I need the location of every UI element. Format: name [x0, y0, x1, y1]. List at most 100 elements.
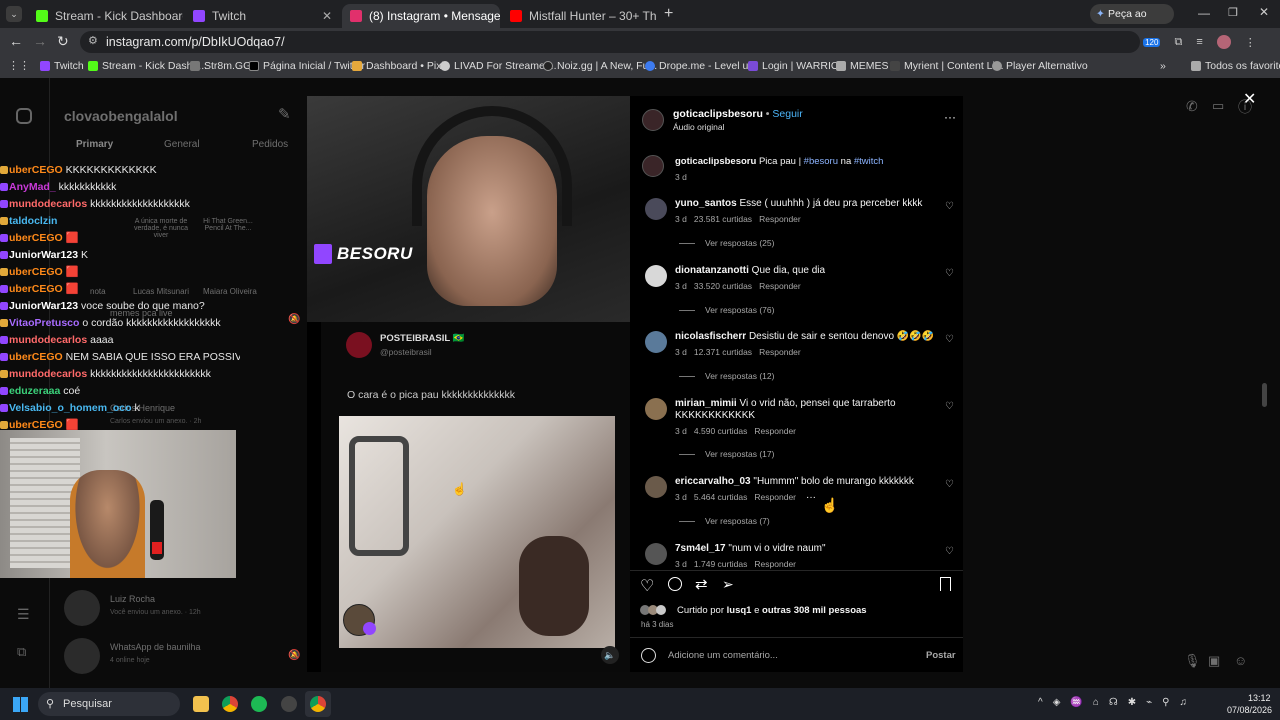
bookmark-item[interactable]: LIVAD For Streamer... [440, 60, 557, 72]
dm-row-avatar[interactable] [64, 590, 100, 626]
scrollbar[interactable] [1262, 383, 1267, 407]
close-tab-icon[interactable]: ✕ [322, 9, 332, 23]
new-tab-button[interactable]: + [664, 5, 673, 23]
tab-kick[interactable]: Stream - Kick Dashboard✕ [28, 4, 183, 28]
instagram-logo-icon[interactable] [16, 108, 32, 124]
chat-username[interactable]: mundodecarlos [9, 368, 87, 380]
bookmark-item[interactable]: MEMES [836, 60, 889, 72]
apps-icon[interactable]: ⋮⋮ [8, 59, 30, 72]
profile-avatar[interactable] [1216, 35, 1231, 49]
chat-username[interactable]: AnyMad_ [9, 181, 56, 193]
chat-username[interactable]: uberCEGO [9, 232, 63, 244]
chat-username[interactable]: mundodecarlos [9, 334, 87, 346]
more-options-icon[interactable]: ··· [944, 110, 956, 124]
comment-like-icon[interactable]: ♡ [945, 201, 954, 212]
share-icon[interactable]: ➢ [722, 576, 734, 593]
comment-avatar[interactable] [645, 331, 667, 353]
comment-like-icon[interactable]: ♡ [945, 401, 954, 412]
caption-avatar[interactable] [642, 155, 664, 177]
comment-avatar[interactable] [645, 543, 667, 565]
address-bar[interactable]: ⚙ instagram.com/p/DbIkUOdqao7/ [80, 31, 1140, 53]
comment-like-icon[interactable]: ♡ [945, 334, 954, 345]
comment-like-icon[interactable]: ♡ [945, 268, 954, 279]
comment-user[interactable]: dionatanzanotti [675, 265, 749, 276]
comment-likes[interactable]: 4.590 curtidas [694, 426, 747, 436]
follow-button[interactable]: Seguir [772, 108, 802, 120]
comment-like-icon[interactable]: ♡ [945, 479, 954, 490]
close-window-button[interactable]: ✕ [1259, 5, 1269, 19]
forward-icon[interactable]: → [33, 33, 47, 49]
bookmarks-overflow-icon[interactable]: » [1160, 60, 1166, 72]
post-comment-button[interactable]: Postar [926, 650, 956, 661]
back-icon[interactable]: ← [9, 33, 23, 49]
comment-user[interactable]: nicolasfischerr [675, 331, 746, 342]
reply-button[interactable]: Responder [754, 559, 796, 569]
meta-icon[interactable]: ⧉ [17, 644, 26, 660]
view-replies-button[interactable]: Ver respostas (17) [679, 449, 774, 459]
save-icon[interactable] [940, 577, 951, 591]
chat-username[interactable]: eduzeraaa [9, 385, 60, 397]
chat-username[interactable]: uberCEGO [9, 266, 63, 278]
chat-username[interactable]: uberCEGO [9, 283, 63, 295]
chat-username[interactable]: taldoclzin [9, 215, 57, 227]
comment-input[interactable]: Adicione um comentário... [668, 650, 778, 661]
clock-date[interactable]: 07/08/2026 [1227, 705, 1272, 715]
reply-button[interactable]: Responder [754, 426, 796, 436]
comment-avatar[interactable] [645, 398, 667, 420]
comment-icon[interactable] [668, 577, 682, 591]
all-bookmarks[interactable]: Todos os favoritos [1191, 60, 1280, 72]
mute-icon[interactable]: 🔕 [288, 314, 300, 325]
view-replies-button[interactable]: Ver respostas (12) [679, 371, 774, 381]
like-icon[interactable]: ♡ [640, 576, 654, 596]
bookmark-item[interactable]: Player Alternativo [992, 60, 1088, 72]
author-avatar[interactable] [642, 109, 664, 131]
comment-avatar[interactable] [645, 265, 667, 287]
emoji-icon[interactable] [641, 648, 656, 663]
tab-instagram[interactable]: (8) Instagram • Mensagens✕ [342, 4, 500, 28]
comment-options-icon[interactable]: ··· [806, 492, 816, 503]
comment-likes[interactable]: 12.371 curtidas [694, 347, 752, 357]
bookmark-item[interactable]: Str8m.GG [190, 60, 251, 72]
mic-icon[interactable]: 🎙 [1184, 653, 1201, 669]
chat-username[interactable]: uberCEGO [9, 164, 63, 176]
puzzle-icon[interactable]: ⧉ [1174, 36, 1182, 49]
close-icon[interactable]: ✕ [1243, 89, 1256, 109]
tweet-video[interactable]: ☝ [339, 416, 615, 648]
site-info-icon[interactable]: ⚙ [88, 34, 98, 47]
chat-username[interactable]: JuniorWar123 [9, 249, 78, 261]
volume-icon[interactable]: 🔈 [601, 646, 619, 664]
tab-search-button[interactable]: ⌄ [6, 6, 22, 22]
dm-tab-general[interactable]: General [164, 139, 200, 150]
comment-user[interactable]: yuno_santos [675, 198, 737, 209]
menu-icon[interactable]: ⋮ [1245, 36, 1256, 49]
bookmark-item[interactable]: Página Inicial / Twitter [249, 60, 365, 72]
bookmark-item[interactable]: Myrient | Content Li... [890, 60, 1004, 72]
taskbar-search[interactable]: ⚲ Pesquisar [38, 692, 180, 716]
dm-row-title[interactable]: Luiz Rocha [110, 594, 155, 604]
view-replies-button[interactable]: Ver respostas (7) [679, 516, 770, 526]
gemini-button[interactable]: ✦Peça ao Gemini [1090, 4, 1174, 40]
media-icon[interactable]: ≡ [1196, 36, 1202, 48]
menu-icon[interactable]: ☰ [17, 606, 30, 623]
post-author[interactable]: goticaclipsbesoru • Seguir [673, 108, 803, 120]
comment-user[interactable]: ericcarvalho_03 [675, 476, 751, 487]
bookmark-item[interactable]: Drope.me - Level u... [645, 60, 757, 72]
minimize-button[interactable]: — [1198, 6, 1210, 20]
chrome-active-icon[interactable] [305, 691, 331, 717]
view-replies-button[interactable]: Ver respostas (76) [679, 305, 774, 315]
obs-icon[interactable] [281, 696, 297, 712]
bookmark-item[interactable]: Twitch [40, 60, 84, 72]
chrome-icon[interactable] [222, 696, 238, 712]
reply-button[interactable]: Responder [759, 347, 801, 357]
dm-row-title[interactable]: WhatsApp de baunilha [110, 642, 201, 652]
repost-icon[interactable]: ⇄ [695, 575, 708, 593]
clock-time[interactable]: 13:12 [1248, 693, 1271, 703]
comment-likes[interactable]: 1.749 curtidas [694, 559, 747, 569]
chat-username[interactable]: uberCEGO [9, 351, 63, 363]
tab-twitch[interactable]: Twitch ✕ [185, 4, 340, 28]
file-explorer-icon[interactable] [193, 696, 209, 712]
bookmark-item[interactable]: Noiz.gg | A New, Fu... [543, 60, 657, 72]
tab-youtube[interactable]: Mistfall Hunter – 30+ Things I✕ [502, 4, 657, 28]
chat-username[interactable]: Velsabio_o_homem_oco [9, 402, 132, 414]
chat-username[interactable]: VitaoPretusco [9, 317, 79, 329]
